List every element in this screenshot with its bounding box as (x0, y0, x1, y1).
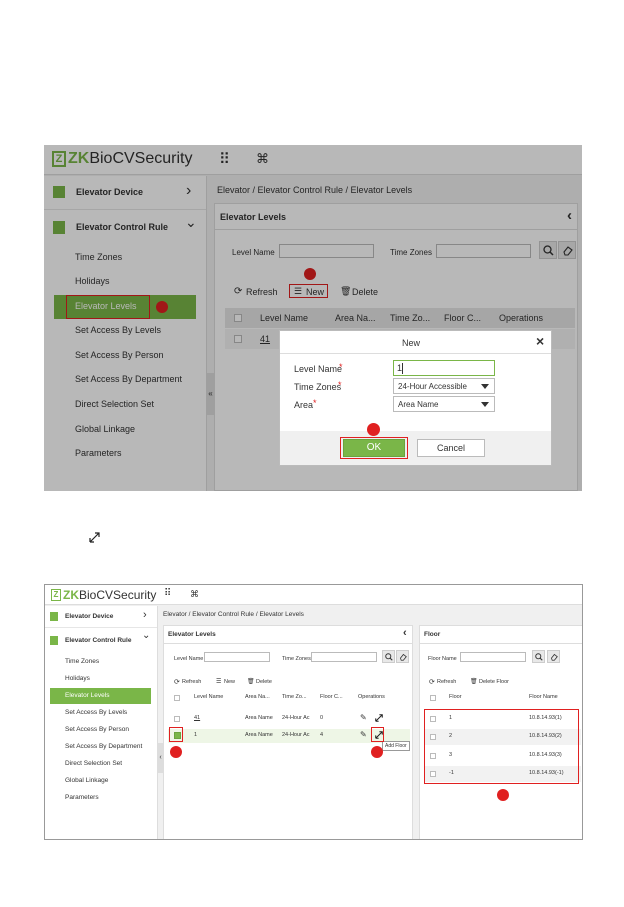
screenshot-new-level: Z ZK Bio CVSecurity ⠿ ⌘ Elevator Device ›… (44, 145, 582, 491)
delete-floor-button[interactable]: Delete Floor (479, 679, 509, 685)
dialog-footer: OK Cancel (280, 431, 551, 465)
dialog-title: New (402, 338, 421, 348)
top-bar: Z ZK Bio CVSecurity ⠿ ⌘ (45, 585, 582, 605)
table-row[interactable]: 41 Area Name 24-Hour Ac 0 ✎ (168, 712, 410, 726)
cancel-button[interactable]: Cancel (417, 439, 485, 457)
new-button[interactable]: New (224, 679, 235, 685)
level-name-input[interactable]: 1 (393, 360, 495, 376)
levels-panel: Elevator Levels ‹ Level Name Time Zones … (163, 625, 413, 839)
refresh-icon: ⟳ (174, 679, 180, 686)
apps-icon[interactable]: ⠿ (164, 588, 171, 599)
sidebar-item-holidays[interactable]: Holidays (45, 671, 157, 688)
new-level-dialog: New × Level Name * 1 Time Zones * 24-Hou… (279, 330, 552, 466)
search-button[interactable] (532, 650, 545, 663)
sidebar: Elevator Device › Elevator Control Rule … (45, 606, 158, 839)
logo: Z ZK Bio CVSecurity (51, 588, 156, 602)
chevron-down-icon: ⌄ (142, 630, 151, 641)
highlight-row-checkbox (169, 727, 183, 742)
sidebar-elevator-control-rule[interactable]: Elevator Control Rule ⌄ (45, 630, 157, 652)
elevator-device-icon (50, 612, 58, 621)
sidebar-item-set-access-by-levels[interactable]: Set Access By Levels (45, 705, 157, 722)
time-zones-search-input[interactable] (311, 652, 377, 662)
search-icon (534, 652, 543, 661)
floor-name-search-input[interactable] (460, 652, 526, 662)
eraser-icon (399, 653, 407, 661)
row-checkbox[interactable] (174, 716, 180, 722)
delete-button[interactable]: Delete (256, 679, 272, 685)
control-rule-icon (50, 636, 58, 645)
sidebar-item-parameters[interactable]: Parameters (45, 790, 157, 807)
collapse-icon[interactable]: ‹ (403, 627, 407, 639)
step-marker (170, 746, 182, 758)
command-icon[interactable]: ⌘ (190, 589, 199, 600)
chevron-down-icon (481, 384, 489, 389)
refresh-button[interactable]: Refresh (182, 679, 201, 685)
highlight-ok-button (340, 437, 408, 459)
trash-icon: 🗑 (470, 679, 478, 685)
screenshot-add-floor: Z ZK Bio CVSecurity ⠿ ⌘ Elevator Device ›… (44, 584, 583, 840)
step-marker (371, 746, 383, 758)
new-icon: ☰ (216, 679, 222, 685)
sidebar-item-direct-selection-set[interactable]: Direct Selection Set (45, 756, 157, 773)
time-zones-select[interactable]: 24-Hour Accessible (393, 378, 495, 394)
add-floor-icon[interactable] (375, 714, 383, 724)
sidebar-item-elevator-levels[interactable]: Elevator Levels (50, 688, 151, 704)
highlight-floor-list (424, 709, 579, 784)
table-header: Level Name Area Na... Time Zo... Floor C… (168, 692, 410, 704)
area-select[interactable]: Area Name (393, 396, 495, 412)
close-icon[interactable]: × (536, 333, 544, 349)
sidebar-item-set-access-by-department[interactable]: Set Access By Department (45, 739, 157, 756)
refresh-icon: ⟳ (429, 679, 435, 686)
eraser-icon (550, 653, 558, 661)
sidebar-item-time-zones[interactable]: Time Zones (45, 654, 157, 671)
tooltip: Add Floor (382, 741, 410, 751)
refresh-button[interactable]: Refresh (437, 679, 456, 685)
select-all-checkbox[interactable] (174, 695, 180, 701)
sidebar-elevator-device[interactable]: Elevator Device › (45, 606, 157, 628)
step-marker (367, 423, 380, 436)
clear-button[interactable] (547, 650, 560, 663)
add-floor-icon (89, 530, 100, 543)
edit-icon[interactable]: ✎ (360, 730, 367, 739)
search-icon (384, 652, 393, 661)
search-button[interactable] (382, 650, 395, 663)
sidebar-item-global-linkage[interactable]: Global Linkage (45, 773, 157, 790)
highlight-add-floor (371, 727, 384, 742)
clear-button[interactable] (396, 650, 409, 663)
table-header: Floor Floor Name (424, 692, 581, 704)
trash-icon: 🗑 (247, 679, 255, 685)
chevron-right-icon: › (143, 609, 147, 621)
floor-panel: Floor Floor Name ⟳ Refresh 🗑 Delete Floo… (419, 625, 582, 839)
edit-icon[interactable]: ✎ (360, 713, 367, 722)
step-marker (497, 789, 509, 801)
select-all-checkbox[interactable] (430, 695, 436, 701)
level-name-search-input[interactable] (204, 652, 270, 662)
chevron-down-icon (481, 402, 489, 407)
breadcrumb: Elevator / Elevator Control Rule / Eleva… (163, 611, 304, 618)
sidebar-item-set-access-by-person[interactable]: Set Access By Person (45, 722, 157, 739)
